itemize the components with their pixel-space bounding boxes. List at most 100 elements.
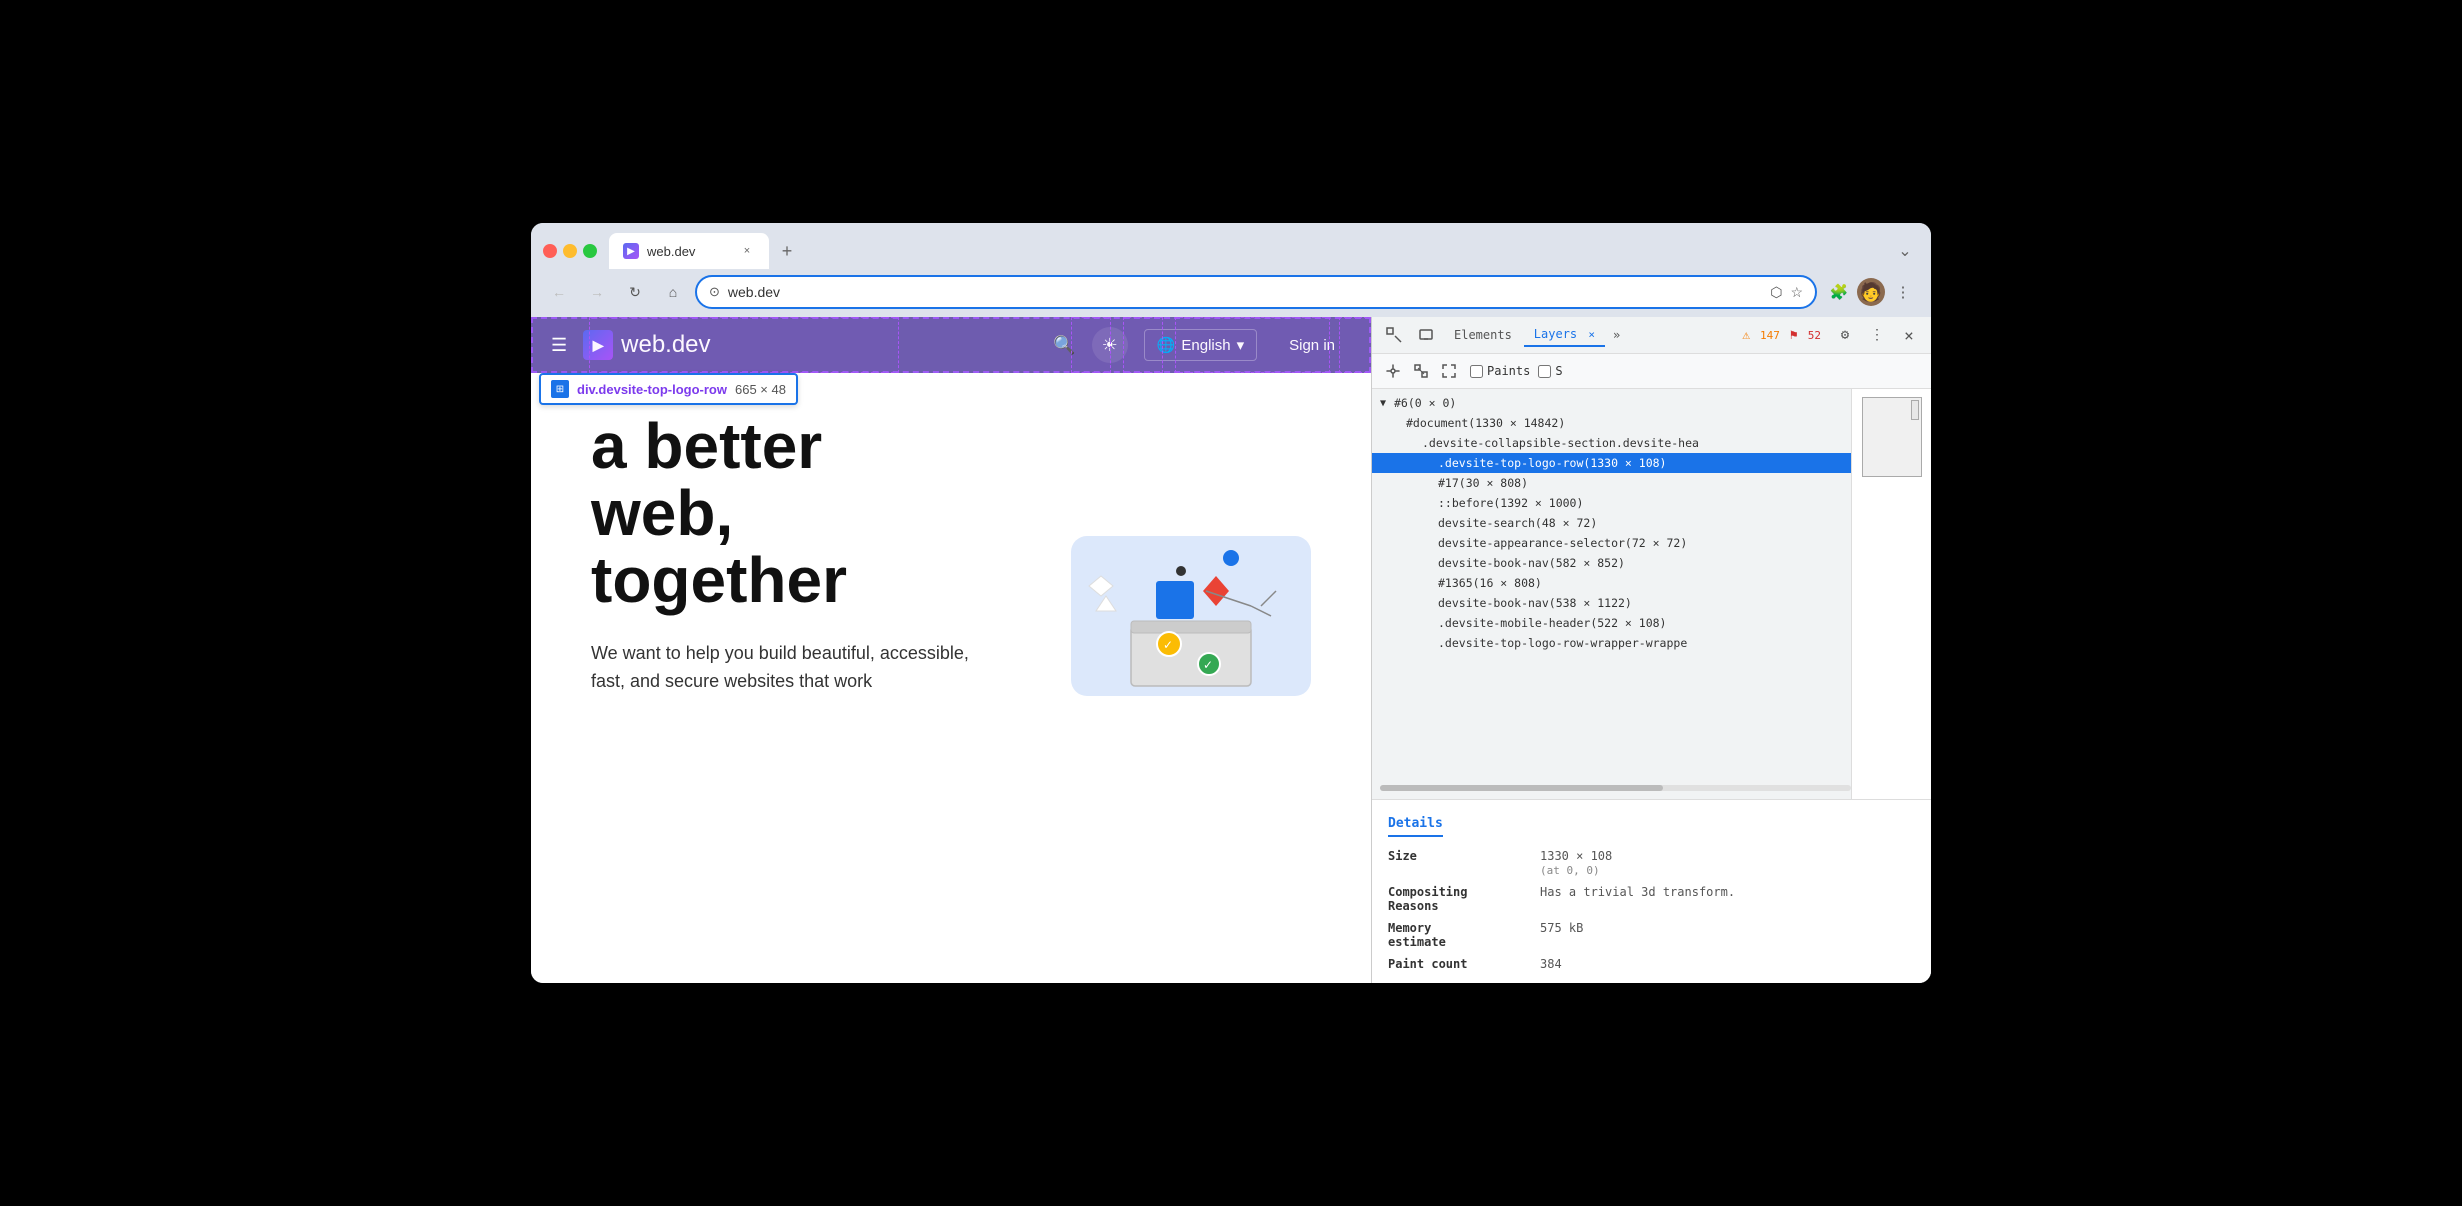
svg-text:✓: ✓ (1203, 658, 1213, 672)
layer-item-collapsible[interactable]: .devsite-collapsible-section.devsite-hea (1372, 433, 1851, 453)
inspector-selector: div.devsite-top-logo-row (577, 382, 727, 397)
maximize-traffic-light[interactable] (583, 244, 597, 258)
webdev-logo[interactable]: ▶ web.dev (583, 330, 710, 360)
back-button[interactable]: ← (543, 276, 575, 308)
layers-tab-close[interactable]: × (1588, 328, 1595, 341)
sign-in-button[interactable]: Sign in (1273, 331, 1351, 360)
webdev-logo-text: web.dev (621, 331, 710, 359)
inspect-element-button[interactable] (1380, 321, 1408, 349)
address-bar[interactable]: ⊙ web.dev ⬡ ☆ (695, 275, 1817, 309)
layer-item-appearance-selector[interactable]: devsite-appearance-selector(72 × 72) (1372, 533, 1851, 553)
size-label: Size (1388, 849, 1528, 877)
lang-text: English (1181, 337, 1230, 354)
layer-item-book-nav-2[interactable]: devsite-book-nav(538 × 1122) (1372, 593, 1851, 613)
pan-tool-button[interactable] (1380, 358, 1406, 384)
tab-dropdown-button[interactable]: ⌄ (1891, 237, 1919, 265)
webdev-logo-icon: ▶ (583, 330, 613, 360)
layers-sub-toolbar: Paints S (1372, 354, 1931, 389)
minimize-traffic-light[interactable] (563, 244, 577, 258)
extensions-button[interactable]: 🧩 (1823, 276, 1855, 308)
layers-action-buttons (1380, 358, 1462, 384)
devtools-panel: Elements Layers × » ⚠ 147 ⚑ 52 ⚙ ⋮ × (1371, 317, 1931, 983)
tab-close-button[interactable]: × (739, 243, 755, 259)
page-description: We want to help you build beautiful, acc… (591, 639, 971, 697)
paints-checkbox-group: Paints (1470, 364, 1530, 378)
theme-toggle[interactable]: ☀ (1092, 327, 1128, 363)
svg-text:✓: ✓ (1163, 638, 1173, 652)
layer-item-top-logo-row-wrapper[interactable]: .devsite-top-logo-row-wrapper-wrappe (1372, 633, 1851, 653)
device-toolbar-button[interactable] (1412, 321, 1440, 349)
size-value: 1330 × 108 (at 0, 0) (1540, 849, 1915, 877)
nav-action-buttons: 🧩 🧑 ⋮ (1823, 276, 1919, 308)
details-panel: Details Size 1330 × 108 (at 0, 0) Compos… (1372, 799, 1931, 983)
slow-scroll-label: S (1555, 364, 1562, 378)
paints-checkbox[interactable] (1470, 365, 1483, 378)
webdev-header: ☰ ▶ web.dev 🔍 ☀ 🌐 English ▾ Sign in (531, 317, 1371, 373)
paint-value: 384 (1540, 957, 1915, 971)
new-tab-button[interactable]: + (773, 237, 801, 265)
page-illustration: ✓ ✓ (1051, 516, 1331, 716)
layer-item-17[interactable]: #17(30 × 808) (1372, 473, 1851, 493)
layer-item-document[interactable]: #document(1330 × 14842) (1372, 413, 1851, 433)
minimap-viewport-rect (1862, 397, 1922, 477)
forward-button[interactable]: → (581, 276, 613, 308)
chrome-menu-button[interactable]: ⋮ (1887, 276, 1919, 308)
header-search-icon[interactable]: 🔍 (1053, 335, 1075, 356)
tab-title: web.dev (647, 244, 731, 259)
title-bar: ▶ web.dev × + ⌄ (531, 223, 1931, 269)
hamburger-menu-icon[interactable]: ☰ (551, 335, 567, 356)
lang-arrow-icon: ▾ (1237, 336, 1245, 354)
devtools-tabs: Elements Layers × » (1444, 323, 1734, 347)
tab-more-button[interactable]: » (1607, 324, 1626, 346)
reset-view-button[interactable] (1408, 358, 1434, 384)
inspector-icon: ⊞ (551, 380, 569, 398)
layer-item-devsite-search[interactable]: devsite-search(48 × 72) (1372, 513, 1851, 533)
tab-layers[interactable]: Layers × (1524, 323, 1605, 347)
paints-label: Paints (1487, 364, 1530, 378)
webpage: ☰ ▶ web.dev 🔍 ☀ 🌐 English ▾ Sign in (531, 317, 1371, 983)
traffic-lights (543, 244, 597, 258)
inspector-tooltip: ⊞ div.devsite-top-logo-row 665 × 48 (539, 373, 798, 405)
minimap-selected-rect (1911, 400, 1919, 420)
layers-list: ▼ #6(0 × 0) #document(1330 × 14842) .dev… (1372, 389, 1851, 799)
close-traffic-light[interactable] (543, 244, 557, 258)
error-count-badge[interactable]: 52 (1802, 327, 1827, 344)
layers-tree: ▼ #6(0 × 0) #document(1330 × 14842) .dev… (1372, 389, 1931, 799)
external-link-icon: ⬡ (1770, 284, 1782, 301)
layer-item-mobile-header[interactable]: .devsite-mobile-header(522 × 108) (1372, 613, 1851, 633)
address-bar-security-icon: ⊙ (709, 284, 720, 300)
home-button[interactable]: ⌂ (657, 276, 689, 308)
tab-favicon: ▶ (623, 243, 639, 259)
language-selector[interactable]: 🌐 English ▾ (1144, 329, 1257, 361)
browser-window: ▶ web.dev × + ⌄ ← → ↻ ⌂ ⊙ web.dev ⬡ ☆ 🧩 … (531, 223, 1931, 983)
devtools-close-button[interactable]: × (1895, 321, 1923, 349)
layer-item-1365[interactable]: #1365(16 × 808) (1372, 573, 1851, 593)
error-flag-icon: ⚑ (1790, 328, 1798, 343)
user-avatar[interactable]: 🧑 (1857, 278, 1885, 306)
page-content: a better web, together We want to help y… (531, 373, 1371, 736)
tab-bar: ▶ web.dev × + ⌄ (609, 233, 1919, 269)
content-area: ☰ ▶ web.dev 🔍 ☀ 🌐 English ▾ Sign in (531, 317, 1931, 983)
paint-label: Paint count (1388, 957, 1528, 971)
slow-scroll-checkbox[interactable] (1538, 365, 1551, 378)
fit-view-button[interactable] (1436, 358, 1462, 384)
devtools-more-button[interactable]: ⋮ (1863, 321, 1891, 349)
refresh-button[interactable]: ↻ (619, 276, 651, 308)
layer-item-root[interactable]: ▼ #6(0 × 0) (1372, 393, 1851, 413)
warning-triangle-icon: ⚠ (1742, 328, 1750, 343)
warning-count-badge[interactable]: 147 (1754, 327, 1786, 344)
layers-horizontal-scrollbar[interactable] (1380, 785, 1851, 791)
devtools-settings-button[interactable]: ⚙ (1831, 321, 1859, 349)
active-tab[interactable]: ▶ web.dev × (609, 233, 769, 269)
scrollbar-thumb[interactable] (1380, 785, 1663, 791)
arrow-icon: ▼ (1380, 398, 1392, 409)
tab-elements[interactable]: Elements (1444, 324, 1522, 346)
address-url: web.dev (728, 284, 1762, 300)
compositing-label: Compositing Reasons (1388, 885, 1528, 913)
layer-item-book-nav-1[interactable]: devsite-book-nav(582 × 852) (1372, 553, 1851, 573)
bookmark-icon[interactable]: ☆ (1790, 284, 1803, 301)
compositing-value: Has a trivial 3d transform. (1540, 885, 1915, 913)
layer-item-before[interactable]: ::before(1392 × 1000) (1372, 493, 1851, 513)
globe-icon: 🌐 (1157, 336, 1176, 354)
layer-item-top-logo-row[interactable]: .devsite-top-logo-row(1330 × 108) (1372, 453, 1851, 473)
